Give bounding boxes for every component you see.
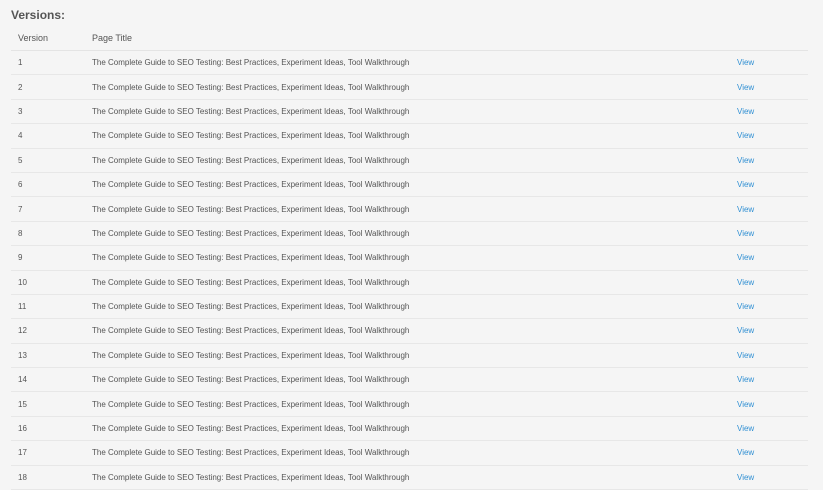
page-title-cell: The Complete Guide to SEO Testing: Best … — [92, 472, 410, 482]
view-link[interactable]: View — [737, 156, 754, 165]
version-column-header: Version — [18, 33, 49, 43]
table-row: 2 The Complete Guide to SEO Testing: Best… — [11, 75, 808, 100]
version-number: 4 — [18, 131, 23, 141]
view-link[interactable]: View — [737, 107, 754, 116]
page-title-cell: The Complete Guide to SEO Testing: Best … — [92, 375, 410, 385]
version-number: 2 — [18, 82, 23, 92]
view-link[interactable]: View — [737, 302, 754, 311]
page-title-cell: The Complete Guide to SEO Testing: Best … — [92, 302, 410, 312]
table-row: 9 The Complete Guide to SEO Testing: Best… — [11, 246, 808, 271]
table-row: 13 The Complete Guide to SEO Testing: Bes… — [11, 344, 808, 369]
page-title-cell: The Complete Guide to SEO Testing: Best … — [92, 326, 410, 336]
page-title-cell: The Complete Guide to SEO Testing: Best … — [92, 399, 410, 409]
table-row: 12 The Complete Guide to SEO Testing: Bes… — [11, 319, 808, 344]
view-link[interactable]: View — [737, 473, 754, 482]
table-row: 5 The Complete Guide to SEO Testing: Best… — [11, 149, 808, 173]
version-number: 9 — [18, 253, 23, 263]
view-link[interactable]: View — [737, 400, 754, 409]
table-row: 11 The Complete Guide to SEO Testing: Bes… — [11, 295, 808, 320]
versions-heading: Versions: — [11, 8, 66, 22]
table-row: 10 The Complete Guide to SEO Testing: Bes… — [11, 271, 808, 295]
version-number: 16 — [18, 424, 27, 434]
version-number: 10 — [18, 277, 27, 287]
view-link[interactable]: View — [737, 424, 754, 433]
version-number: 12 — [18, 326, 27, 336]
page-title-cell: The Complete Guide to SEO Testing: Best … — [92, 131, 410, 141]
page-title-cell: The Complete Guide to SEO Testing: Best … — [92, 350, 410, 360]
page-title-column-header: Page Title — [92, 33, 133, 43]
version-number: 13 — [18, 350, 27, 360]
view-link[interactable]: View — [737, 278, 754, 287]
action-cell: View — [737, 473, 808, 482]
version-number: 3 — [18, 106, 23, 116]
action-cell: View — [737, 229, 808, 238]
table-body: 1 The Complete Guide to SEO Testing: Best… — [11, 51, 808, 490]
action-cell: View — [737, 253, 808, 262]
action-cell: View — [737, 326, 808, 335]
action-cell: View — [737, 107, 808, 116]
table-row: 4 The Complete Guide to SEO Testing: Best… — [11, 124, 808, 149]
view-link[interactable]: View — [737, 448, 754, 457]
version-number: 11 — [18, 302, 27, 312]
version-number: 8 — [18, 228, 23, 238]
view-link[interactable]: View — [737, 205, 754, 214]
action-cell: View — [737, 58, 808, 67]
action-cell: View — [737, 83, 808, 92]
version-number: 18 — [18, 472, 27, 482]
view-link[interactable]: View — [737, 253, 754, 262]
action-cell: View — [737, 424, 808, 433]
version-number: 14 — [18, 375, 27, 385]
table-row: 16 The Complete Guide to SEO Testing: Bes… — [11, 417, 808, 442]
action-cell: View — [737, 278, 808, 287]
table-row: 6 The Complete Guide to SEO Testing: Best… — [11, 173, 808, 198]
action-cell: View — [737, 351, 808, 360]
page-title-cell: The Complete Guide to SEO Testing: Best … — [92, 228, 410, 238]
view-link[interactable]: View — [737, 375, 754, 384]
action-cell: View — [737, 131, 808, 140]
view-link[interactable]: View — [737, 229, 754, 238]
page-title-cell: The Complete Guide to SEO Testing: Best … — [92, 448, 410, 458]
table-row: 8 The Complete Guide to SEO Testing: Best… — [11, 222, 808, 247]
action-cell: View — [737, 205, 808, 214]
table-header: Version Page Title — [11, 26, 808, 51]
view-link[interactable]: View — [737, 351, 754, 360]
page-title-cell: The Complete Guide to SEO Testing: Best … — [92, 424, 410, 434]
page-title-cell: The Complete Guide to SEO Testing: Best … — [92, 106, 410, 116]
page-title-cell: The Complete Guide to SEO Testing: Best … — [92, 155, 410, 165]
action-cell: View — [737, 448, 808, 457]
page-title-cell: The Complete Guide to SEO Testing: Best … — [92, 58, 410, 68]
action-cell: View — [737, 156, 808, 165]
version-number: 17 — [18, 448, 27, 458]
versions-table: Version Page Title 1 The Complete Guide t… — [11, 26, 808, 490]
table-row: 14 The Complete Guide to SEO Testing: Bes… — [11, 368, 808, 393]
view-link[interactable]: View — [737, 131, 754, 140]
page-title-cell: The Complete Guide to SEO Testing: Best … — [92, 180, 410, 190]
table-row: 7 The Complete Guide to SEO Testing: Best… — [11, 197, 808, 222]
page-title-cell: The Complete Guide to SEO Testing: Best … — [92, 277, 410, 287]
action-cell: View — [737, 400, 808, 409]
action-cell: View — [737, 302, 808, 311]
view-link[interactable]: View — [737, 326, 754, 335]
table-row: 3 The Complete Guide to SEO Testing: Best… — [11, 100, 808, 125]
table-row: 15 The Complete Guide to SEO Testing: Bes… — [11, 392, 808, 417]
version-number: 5 — [18, 155, 23, 165]
version-number: 6 — [18, 180, 23, 190]
view-link[interactable]: View — [737, 58, 754, 67]
page-title-cell: The Complete Guide to SEO Testing: Best … — [92, 204, 410, 214]
version-number: 15 — [18, 399, 27, 409]
action-cell: View — [737, 375, 808, 384]
view-link[interactable]: View — [737, 180, 754, 189]
version-number: 7 — [18, 204, 23, 214]
view-link[interactable]: View — [737, 83, 754, 92]
table-row: 18 The Complete Guide to SEO Testing: Bes… — [11, 466, 808, 490]
version-number: 1 — [18, 58, 23, 68]
table-row: 17 The Complete Guide to SEO Testing: Bes… — [11, 441, 808, 466]
table-row: 1 The Complete Guide to SEO Testing: Best… — [11, 51, 808, 76]
page-title-cell: The Complete Guide to SEO Testing: Best … — [92, 253, 410, 263]
page-title-cell: The Complete Guide to SEO Testing: Best … — [92, 82, 410, 92]
action-cell: View — [737, 180, 808, 189]
